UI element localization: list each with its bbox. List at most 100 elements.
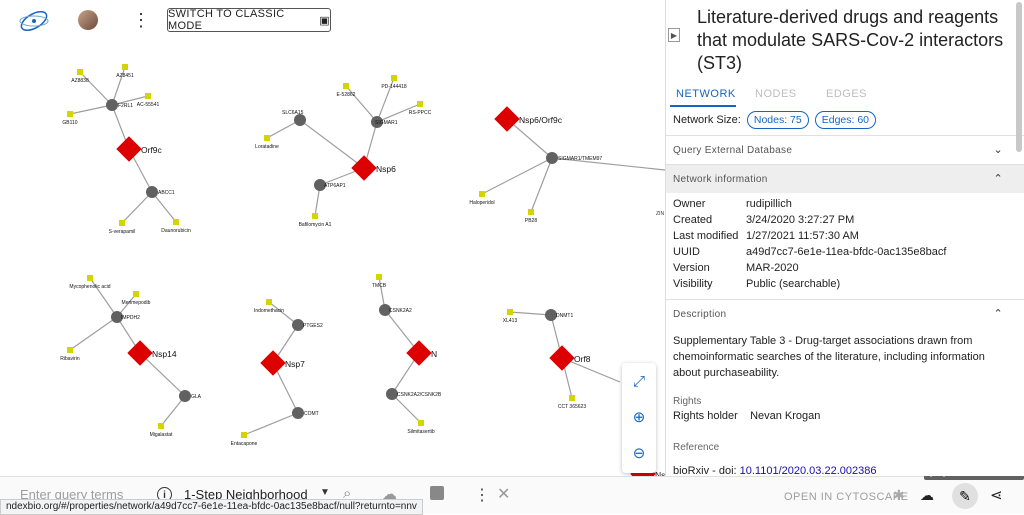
node-sigmar1-tmem97[interactable] bbox=[546, 152, 558, 164]
dropdown-arrow-icon[interactable]: ▼ bbox=[320, 487, 330, 498]
edge-ribavirin-impdh2[interactable] bbox=[69, 316, 118, 351]
node-rs-ppcc[interactable] bbox=[417, 101, 423, 107]
zoom-out-icon[interactable]: ⊖ bbox=[622, 435, 656, 471]
node-label-merimepodib: Merimepodib bbox=[122, 300, 151, 306]
description-label: Description bbox=[673, 309, 727, 320]
node-az8838[interactable] bbox=[77, 69, 83, 75]
node-tmcb[interactable] bbox=[376, 274, 382, 280]
node-label-ribavirin: Ribavirin bbox=[60, 356, 80, 362]
node-f2rl1[interactable] bbox=[106, 99, 118, 111]
ndex-logo-icon[interactable] bbox=[16, 8, 52, 34]
node-loratadine[interactable] bbox=[264, 135, 270, 141]
node-label-rs-ppcc: RS-PPCC bbox=[409, 110, 432, 116]
node-label-csnk2a2-csnk2b: CSNK2A2/CSNK2B bbox=[397, 392, 442, 398]
node-mycophenolic-acid[interactable] bbox=[87, 275, 93, 281]
node-ac-55541[interactable] bbox=[145, 93, 151, 99]
more-vert-icon[interactable]: ⋮ bbox=[132, 10, 150, 30]
node-silmitasertib[interactable] bbox=[418, 420, 424, 426]
node-nsp6-orf9c[interactable] bbox=[494, 106, 520, 132]
info-row-version: Version MAR-2020 bbox=[673, 262, 799, 274]
node-az8451[interactable] bbox=[122, 64, 128, 70]
node-nsp7[interactable] bbox=[260, 350, 286, 376]
node-label-indomethacin: Indomethacin bbox=[254, 308, 284, 314]
info-row-created: Created 3/24/2020 3:27:27 PM bbox=[673, 214, 855, 226]
node-label-csnk2a2: CSNK2A2 bbox=[389, 308, 412, 314]
edge-sigmar1-tmem97-haloperidol[interactable] bbox=[481, 157, 553, 195]
edge-az8838-f2rl1[interactable] bbox=[79, 71, 113, 106]
node-bafilomycin-a1[interactable] bbox=[312, 213, 318, 219]
node-label-sigmar1-tmem97: SIGMAR1/TMEM97 bbox=[558, 156, 602, 162]
fit-screen-icon[interactable]: ⤢ bbox=[622, 363, 656, 399]
info-row-visibility: Visibility Public (searchable) bbox=[673, 278, 841, 290]
node-pd-144418[interactable] bbox=[391, 75, 397, 81]
node-label-pb28: PB28 bbox=[525, 218, 537, 224]
edge-sigmar1-tmem97-pb28[interactable] bbox=[530, 157, 553, 213]
node-xl413[interactable] bbox=[507, 309, 513, 315]
node-orf9c[interactable] bbox=[116, 136, 142, 162]
node-label-n: N bbox=[431, 349, 437, 359]
open-in-cytoscape-button[interactable]: OPEN IN CYTOSCAPE bbox=[784, 491, 908, 503]
panel-scrollbar[interactable] bbox=[1016, 2, 1022, 152]
node-comt[interactable] bbox=[292, 407, 304, 419]
more-vert-icon[interactable]: ⋮ bbox=[474, 485, 490, 505]
node-daunorubicin[interactable] bbox=[173, 219, 179, 225]
node-orf8[interactable] bbox=[549, 345, 575, 371]
network-info-section[interactable]: Network information ⌃ bbox=[666, 164, 1024, 193]
edge-csnk2a2-csnk2b-silmitasertib[interactable] bbox=[391, 393, 422, 424]
node-merimepodib[interactable] bbox=[133, 291, 139, 297]
node-indomethacin[interactable] bbox=[266, 299, 272, 305]
node-n[interactable] bbox=[406, 340, 432, 366]
network-graph[interactable]: AZ8838 AZ8451 AC-55541 GB110 F2RL1 Orf9c ABCC1… bbox=[0, 40, 665, 487]
classic-mode-label: SWITCH TO CLASSIC MODE bbox=[168, 8, 285, 32]
node-e-52862[interactable] bbox=[343, 83, 349, 89]
edge-comt-entacapone[interactable] bbox=[243, 412, 299, 436]
reference-text: bioRxiv - doi: 10.1101/2020.03.22.002386 bbox=[673, 465, 877, 476]
edge-abcc1-s-verapamil[interactable] bbox=[121, 191, 153, 224]
node-s-verapamil[interactable] bbox=[119, 220, 125, 226]
info-row-uuid: UUID a49d7cc7-6e1e-11ea-bfdc-0ac135e8bacf bbox=[673, 246, 947, 258]
query-external-section[interactable]: Query External Database ⌄ bbox=[666, 135, 1024, 164]
edges-count-chip[interactable]: Edges: 60 bbox=[814, 111, 877, 129]
save-icon[interactable] bbox=[430, 486, 444, 500]
network-info-table: Owner rudipillich Created 3/24/2020 3:27:2… bbox=[673, 198, 946, 294]
edge-nsp14-gla[interactable] bbox=[139, 352, 186, 397]
node-nsp6[interactable] bbox=[351, 155, 377, 181]
node-label-nsp6-orf9c: Nsp6/Orf9c bbox=[519, 115, 563, 125]
switch-classic-mode-button[interactable]: SWITCH TO CLASSIC MODE ▣ bbox=[167, 8, 331, 32]
share-icon[interactable]: ⋖ bbox=[990, 486, 1003, 504]
cytoscape-icon[interactable]: ✱ bbox=[893, 487, 905, 504]
description-section[interactable]: Description ⌃ bbox=[666, 299, 1024, 328]
network-title: Literature-derived drugs and reagents th… bbox=[697, 7, 1004, 73]
expand-panel-icon[interactable]: ▶ bbox=[668, 28, 680, 42]
node-pb28[interactable] bbox=[528, 209, 534, 215]
node-migalastat[interactable] bbox=[158, 423, 164, 429]
node-label-loratadine: Loratadine bbox=[255, 144, 279, 150]
node-label-ac-55541: AC-55541 bbox=[137, 102, 160, 108]
node-ribavirin[interactable] bbox=[67, 347, 73, 353]
network-canvas[interactable]: AZ8838 AZ8451 AC-55541 GB110 F2RL1 Orf9c ABCC1… bbox=[0, 40, 665, 487]
node-label-comt: COMT bbox=[304, 411, 319, 417]
node-abcc1[interactable] bbox=[146, 186, 158, 198]
rights-heading: Rights bbox=[673, 396, 702, 407]
edge-gb110-f2rl1[interactable] bbox=[69, 104, 113, 115]
node-label-dnmt1: DNMT1 bbox=[556, 313, 573, 319]
tab-network[interactable]: NETWORK bbox=[676, 88, 736, 100]
cloud-download-icon[interactable]: ☁ bbox=[920, 487, 934, 504]
node-label-az8451: AZ8451 bbox=[116, 73, 134, 79]
node-entacapone[interactable] bbox=[241, 432, 247, 438]
tab-edges[interactable]: EDGES bbox=[826, 88, 867, 100]
nodes-count-chip[interactable]: Nodes: 75 bbox=[746, 111, 809, 129]
edge-slc6a15-nsp6[interactable] bbox=[299, 119, 365, 169]
edge-xl413-dnmt1[interactable] bbox=[509, 311, 552, 316]
node-gla[interactable] bbox=[179, 390, 191, 402]
node-label-nsp7: Nsp7 bbox=[285, 359, 305, 369]
node-cct-365623[interactable] bbox=[569, 395, 575, 401]
avatar[interactable] bbox=[78, 10, 98, 30]
node-gb110[interactable] bbox=[67, 111, 73, 117]
zoom-in-icon[interactable]: ⊕ bbox=[622, 399, 656, 435]
reference-link[interactable]: 10.1101/2020.03.22.002386 bbox=[740, 465, 877, 476]
node-haloperidol[interactable] bbox=[479, 191, 485, 197]
edit-icon[interactable]: ✎ bbox=[952, 483, 978, 509]
tab-nodes[interactable]: NODES bbox=[755, 88, 797, 100]
close-icon[interactable]: ✕ bbox=[497, 484, 510, 504]
